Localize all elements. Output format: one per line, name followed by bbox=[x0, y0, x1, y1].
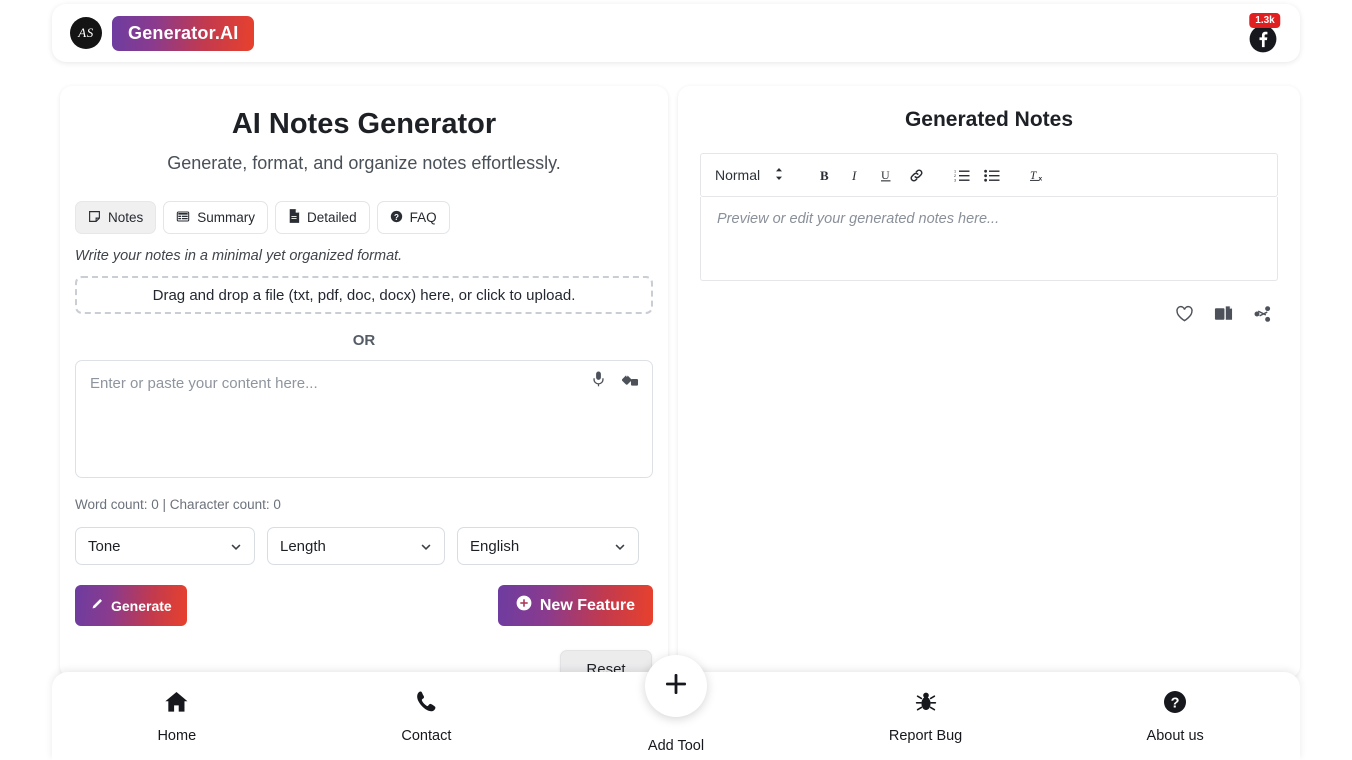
pencil-icon bbox=[90, 598, 103, 614]
tab-summary[interactable]: Summary bbox=[163, 201, 268, 234]
tab-faq[interactable]: ? FAQ bbox=[377, 201, 450, 234]
tab-label: Detailed bbox=[307, 210, 357, 225]
generate-button-label: Generate bbox=[111, 598, 172, 614]
question-circle-icon: ? bbox=[1163, 690, 1187, 719]
tab-notes[interactable]: Notes bbox=[75, 201, 156, 234]
file-dropzone[interactable]: Drag and drop a file (txt, pdf, doc, doc… bbox=[75, 276, 653, 314]
home-icon bbox=[164, 690, 189, 719]
bottom-navigation: Home Contact Add Tool Report Bug ? bbox=[52, 672, 1300, 760]
tone-select[interactable]: Tone bbox=[75, 527, 255, 565]
format-select-value: Normal bbox=[715, 167, 760, 183]
generator-panel: AI Notes Generator Generate, format, and… bbox=[60, 86, 668, 678]
generate-button[interactable]: Generate bbox=[75, 585, 187, 626]
facebook-badge-count: 1.3k bbox=[1249, 13, 1280, 28]
svg-text:?: ? bbox=[1171, 695, 1180, 711]
copy-icon[interactable] bbox=[1214, 305, 1233, 328]
nav-item-report-bug[interactable]: Report Bug bbox=[801, 672, 1051, 744]
tab-detailed[interactable]: Detailed bbox=[275, 201, 370, 234]
language-select[interactable]: English bbox=[457, 527, 639, 565]
bug-icon bbox=[914, 690, 938, 719]
language-select-value: English bbox=[470, 538, 519, 555]
plus-circle-icon bbox=[516, 595, 532, 616]
textarea-tools bbox=[591, 371, 639, 392]
nav-label: Contact bbox=[401, 728, 451, 744]
bullet-list-icon[interactable] bbox=[978, 161, 1006, 189]
content-textarea[interactable] bbox=[75, 360, 653, 478]
question-circle-icon: ? bbox=[390, 210, 403, 226]
brand-title[interactable]: Generator.AI bbox=[112, 16, 254, 51]
app-header: AS Generator.AI 1.3k bbox=[52, 4, 1300, 62]
bold-icon[interactable]: B bbox=[812, 161, 840, 189]
svg-text:3: 3 bbox=[954, 178, 956, 182]
add-tool-label: Add Tool bbox=[648, 738, 704, 754]
svg-text:B: B bbox=[820, 168, 829, 183]
word-character-count: Word count: 0 | Character count: 0 bbox=[75, 497, 668, 512]
content-input-wrapper bbox=[75, 360, 653, 483]
action-buttons: Generate New Feature bbox=[75, 585, 653, 626]
brand[interactable]: AS Generator.AI bbox=[70, 16, 254, 51]
table-icon bbox=[176, 210, 190, 226]
clear-format-icon[interactable]: Tx bbox=[1024, 161, 1052, 189]
magic-wand-icon[interactable] bbox=[622, 371, 639, 392]
nav-item-home[interactable]: Home bbox=[52, 672, 302, 744]
svg-text:?: ? bbox=[394, 212, 399, 221]
svg-text:x: x bbox=[1038, 175, 1042, 182]
italic-icon[interactable]: I bbox=[842, 161, 870, 189]
add-tool-button[interactable] bbox=[645, 655, 707, 717]
or-divider-label: OR bbox=[60, 332, 668, 349]
underline-icon[interactable]: U bbox=[872, 161, 900, 189]
nav-label: Home bbox=[157, 728, 196, 744]
option-selects: Tone Length English bbox=[75, 527, 668, 565]
phone-icon bbox=[414, 690, 438, 719]
link-icon[interactable] bbox=[902, 161, 930, 189]
length-select-value: Length bbox=[280, 538, 326, 555]
file-text-icon bbox=[288, 209, 300, 226]
new-feature-button[interactable]: New Feature bbox=[498, 585, 653, 626]
length-select[interactable]: Length bbox=[267, 527, 445, 565]
microphone-icon[interactable] bbox=[591, 371, 606, 392]
notes-actions bbox=[678, 305, 1272, 328]
nav-item-contact[interactable]: Contact bbox=[302, 672, 552, 744]
updown-chevron-icon bbox=[774, 167, 784, 184]
plus-icon bbox=[663, 671, 689, 702]
mode-hint: Write your notes in a minimal yet organi… bbox=[75, 248, 668, 264]
svg-text:2: 2 bbox=[954, 174, 956, 178]
mode-tabs: Notes Summary Detailed ? FAQ bbox=[75, 201, 668, 234]
page-title: AI Notes Generator bbox=[60, 108, 668, 141]
facebook-icon[interactable] bbox=[1249, 25, 1277, 58]
svg-text:U: U bbox=[881, 168, 890, 182]
tab-label: FAQ bbox=[410, 210, 437, 225]
svg-text:1: 1 bbox=[954, 169, 956, 173]
tab-label: Notes bbox=[108, 210, 143, 225]
format-select[interactable]: Normal bbox=[715, 167, 794, 184]
note-icon bbox=[88, 210, 101, 226]
page-subtitle: Generate, format, and organize notes eff… bbox=[60, 153, 668, 174]
ordered-list-icon[interactable]: 123 bbox=[948, 161, 976, 189]
generated-notes-title: Generated Notes bbox=[678, 108, 1300, 132]
avatar: AS bbox=[70, 17, 102, 49]
app-root: AS Generator.AI 1.3k AI Notes Generator … bbox=[0, 0, 1352, 760]
editor-toolbar: Normal B I U 123 bbox=[700, 153, 1278, 197]
new-feature-button-label: New Feature bbox=[540, 597, 635, 615]
nav-label: About us bbox=[1147, 728, 1204, 744]
nav-label: Report Bug bbox=[889, 728, 962, 744]
tone-select-value: Tone bbox=[88, 538, 121, 555]
share-icon[interactable] bbox=[1253, 305, 1272, 328]
chevron-down-icon bbox=[419, 540, 433, 558]
chevron-down-icon bbox=[229, 540, 243, 558]
facebook-share-button[interactable]: 1.3k bbox=[1248, 13, 1282, 53]
tab-label: Summary bbox=[197, 210, 255, 225]
chevron-down-icon bbox=[613, 540, 627, 558]
heart-icon[interactable] bbox=[1175, 305, 1194, 328]
generated-notes-panel: Generated Notes Normal B I U bbox=[678, 86, 1300, 678]
notes-editor[interactable]: Preview or edit your generated notes her… bbox=[700, 197, 1278, 281]
svg-text:I: I bbox=[851, 168, 857, 183]
nav-item-about-us[interactable]: ? About us bbox=[1050, 672, 1300, 744]
